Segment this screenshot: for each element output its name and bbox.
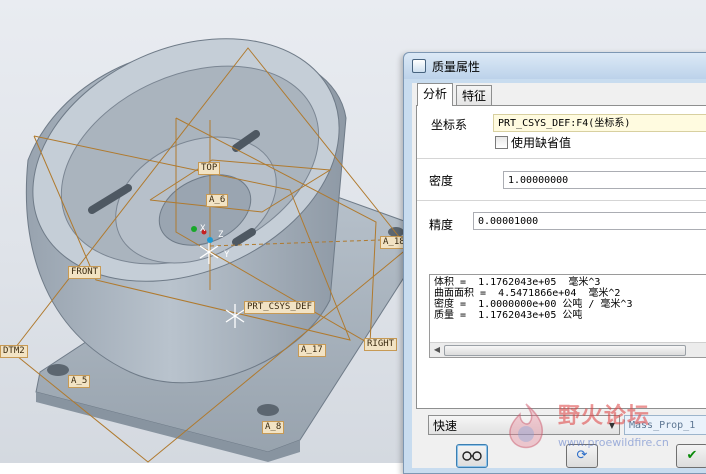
accuracy-label: 精度: [429, 218, 454, 232]
result-line-mass: 质量 = 1.1762043e+05 公吨: [434, 310, 583, 321]
mass-properties-dialog: 质量属性 分析 特征 坐标系 PRT_CSYS_DEF:F4(坐标系) 使用缺省…: [403, 52, 706, 474]
csys-axis-label-z: Z: [218, 230, 224, 240]
repeat-button[interactable]: ⟳: [566, 444, 598, 468]
tab-analysis[interactable]: 分析: [417, 83, 454, 106]
tab-feature[interactable]: 特征: [456, 85, 493, 106]
datum-label-dtm2[interactable]: DTM2: [0, 345, 28, 358]
check-icon: ✔: [686, 448, 698, 463]
result-line-density: 密度 = 1.0000000e+00 公吨 / 毫米^3: [434, 299, 633, 310]
datum-label-a17[interactable]: A_17: [298, 344, 326, 357]
dialog-titlebar[interactable]: 质量属性: [404, 53, 706, 79]
result-line-surface-area: 曲面面积 = 4.5471866e+04 毫米^2: [434, 288, 621, 299]
datum-label-front[interactable]: FRONT: [68, 266, 102, 279]
datum-label-prt-csys-def[interactable]: PRT_CSYS_DEF: [244, 301, 316, 314]
density-input[interactable]: 1.00000000: [503, 171, 706, 189]
csys-origin-z: [207, 237, 213, 243]
datum-label-a6[interactable]: A_6: [206, 194, 229, 207]
glasses-icon: [462, 451, 482, 461]
scrollbar-thumb[interactable]: [444, 345, 686, 356]
preview-button[interactable]: [456, 444, 488, 468]
base-hole: [257, 404, 279, 416]
dialog-title: 质量属性: [432, 60, 481, 74]
horizontal-scrollbar[interactable]: ◀: [430, 342, 706, 357]
analysis-name-input[interactable]: Mass_Prop_1: [624, 415, 706, 435]
use-default-label: 使用缺省值: [511, 136, 572, 150]
csys-origin-x: [191, 226, 197, 232]
analysis-mode-value: 快速: [433, 419, 458, 433]
coord-system-label: 坐标系: [431, 118, 468, 132]
dialog-button-bar: ⟳ ✔: [412, 441, 706, 468]
use-default-checkbox[interactable]: [495, 136, 508, 149]
analysis-mode-select[interactable]: 快速 ▼: [428, 415, 620, 435]
csys-axis-label-x: X: [200, 224, 206, 234]
datum-label-a5[interactable]: A_5: [68, 375, 91, 388]
divider: [417, 158, 706, 159]
datum-label-a8[interactable]: A_8: [262, 421, 285, 434]
scroll-left-arrow-icon[interactable]: ◀: [432, 345, 442, 355]
results-text: 体积 = 1.1762043e+05 毫米^3 曲面面积 = 4.5471866e…: [434, 277, 632, 321]
csys-axis-label-y: Y: [224, 250, 230, 260]
ok-button[interactable]: ✔: [676, 444, 706, 468]
coord-system-field[interactable]: PRT_CSYS_DEF:F4(坐标系): [493, 114, 706, 132]
dialog-client: 分析 特征 坐标系 PRT_CSYS_DEF:F4(坐标系) 使用缺省值 密度 …: [412, 83, 706, 468]
base-hole: [47, 364, 69, 376]
datum-label-top[interactable]: TOP: [198, 162, 221, 175]
repeat-icon: ⟳: [576, 448, 588, 463]
results-output[interactable]: 体积 = 1.1762043e+05 毫米^3 曲面面积 = 4.5471866e…: [429, 274, 706, 358]
window-icon: [412, 59, 426, 73]
chevron-down-icon: ▼: [608, 421, 615, 430]
divider: [417, 200, 706, 201]
datum-label-right[interactable]: RIGHT: [364, 338, 398, 351]
density-label: 密度: [429, 174, 454, 188]
accuracy-input[interactable]: 0.00001000: [473, 212, 706, 230]
result-line-volume: 体积 = 1.1762043e+05 毫米^3: [434, 277, 601, 288]
tab-panel: 坐标系 PRT_CSYS_DEF:F4(坐标系) 使用缺省值 密度 1.0000…: [416, 105, 706, 409]
